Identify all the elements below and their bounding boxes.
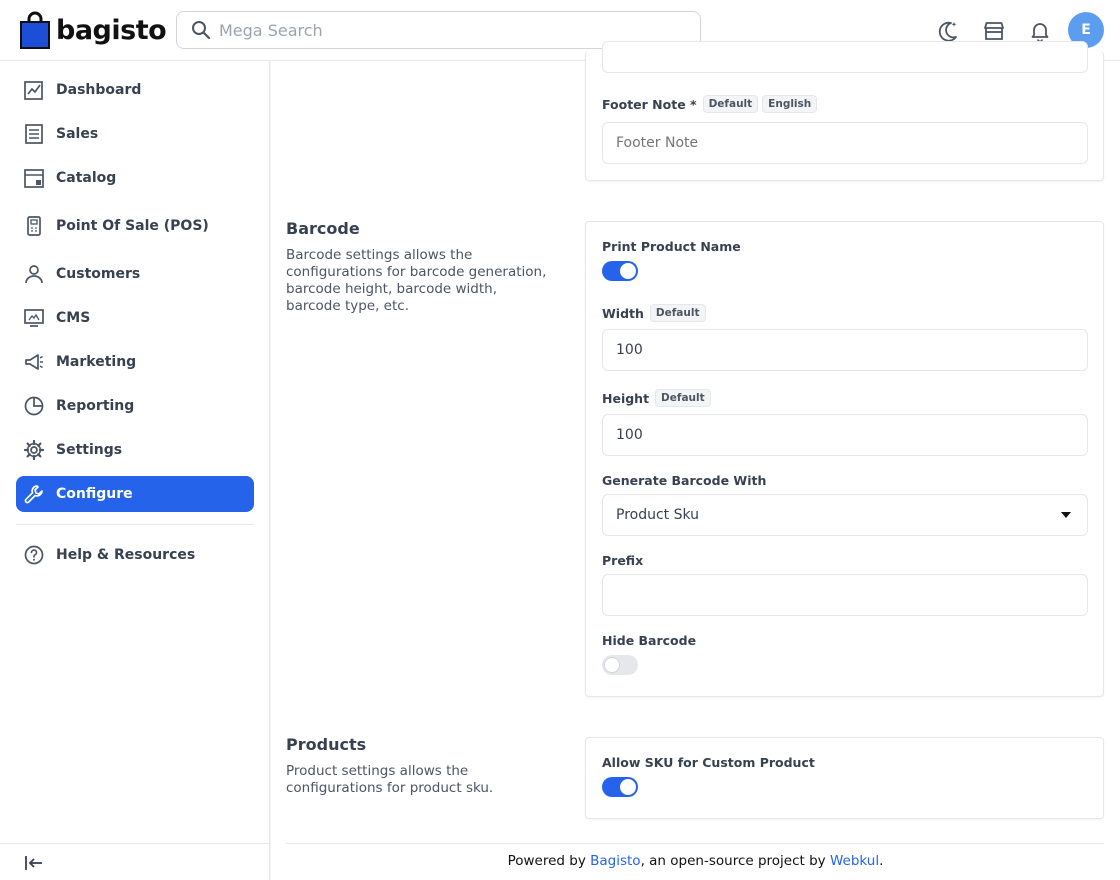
sidebar-item-reporting[interactable]: Reporting (16, 388, 254, 424)
sidebar-item-label: Point Of Sale (POS) (56, 218, 209, 234)
cms-monitor-icon (24, 309, 44, 327)
bagisto-link[interactable]: Bagisto (590, 853, 640, 869)
toggle-knob (604, 657, 620, 673)
notification-bell-icon[interactable] (1028, 19, 1052, 43)
logo-text: bagisto (56, 14, 167, 46)
barcode-settings-card: Print Product Name Width Default 100 Hei… (585, 221, 1104, 697)
height-input[interactable]: 100 (602, 414, 1088, 456)
sidebar-item-marketing[interactable]: Marketing (16, 344, 254, 380)
bagisto-logo[interactable]: bagisto (20, 11, 167, 49)
prefix-input[interactable] (602, 574, 1088, 616)
sidebar-item-label: Reporting (56, 398, 135, 414)
toggle-knob (620, 779, 636, 795)
toggle-knob (620, 263, 636, 279)
width-input[interactable]: 100 (602, 329, 1088, 371)
sidebar-collapse-bar (0, 843, 269, 880)
footer-note-input[interactable] (602, 122, 1088, 164)
sidebar-item-customers[interactable]: Customers (16, 256, 254, 292)
storefront-icon[interactable] (982, 19, 1006, 43)
allow-sku-custom-product-label: Allow SKU for Custom Product (602, 755, 815, 770)
mega-search-input[interactable] (219, 20, 679, 40)
sidebar-item-pos[interactable]: Point Of Sale (POS) (16, 208, 254, 244)
width-label-text: Width (602, 305, 644, 321)
width-label: Width Default (602, 304, 706, 322)
webkul-link[interactable]: Webkul (830, 853, 879, 869)
sidebar-item-label: Catalog (56, 170, 117, 186)
dashboard-chart-icon (24, 81, 43, 100)
hide-barcode-label: Hide Barcode (602, 633, 697, 648)
default-badge: Default (649, 304, 706, 322)
default-badge: Default (702, 95, 759, 113)
invoice-settings-card: Footer Note * Default English (585, 41, 1104, 181)
sales-receipt-icon (25, 124, 43, 144)
footer-prefix: Powered by (507, 853, 591, 869)
default-badge: Default (655, 389, 711, 407)
chevron-down-icon (1061, 512, 1071, 518)
sidebar-item-settings[interactable]: Settings (16, 432, 254, 468)
footer-note-label: Footer Note * Default English (602, 95, 818, 113)
sidebar-item-label: Settings (56, 442, 123, 458)
products-settings-card: Allow SKU for Custom Product (585, 737, 1104, 819)
reporting-pie-icon (24, 396, 44, 416)
generate-barcode-with-select[interactable]: Product Sku (602, 494, 1088, 536)
sidebar-item-sales[interactable]: Sales (16, 116, 254, 152)
prefix-label: Prefix (602, 553, 644, 568)
marketing-megaphone-icon (25, 354, 43, 370)
locale-badge: English (762, 95, 818, 113)
sidebar-item-label: Marketing (56, 354, 137, 370)
shopping-bag-logo-icon (20, 11, 50, 49)
hide-barcode-toggle[interactable] (602, 655, 638, 675)
sidebar-item-label: Customers (56, 266, 141, 282)
sidebar-divider (16, 524, 254, 525)
settings-gear-icon (23, 439, 45, 461)
print-product-name-toggle[interactable] (602, 261, 638, 281)
previous-textarea[interactable] (602, 41, 1088, 73)
dark-mode-moon-icon[interactable] (936, 19, 960, 43)
footer-note-label-text: Footer Note * (602, 96, 697, 112)
sidebar-item-label: Sales (56, 126, 99, 142)
allow-sku-custom-product-toggle[interactable] (602, 777, 638, 797)
select-value: Product Sku (616, 507, 700, 523)
footer-suffix: . (879, 853, 884, 869)
footer-middle: , an open-source project by (640, 853, 830, 869)
sidebar-nav: Dashboard Sales Catalog Point Of Sale (P… (0, 61, 270, 880)
products-section-title: Products (286, 735, 367, 754)
height-label-text: Height (602, 390, 650, 406)
collapse-sidebar-icon[interactable] (23, 852, 45, 874)
sidebar-item-label: CMS (56, 310, 91, 326)
sidebar-item-dashboard[interactable]: Dashboard (16, 72, 254, 108)
configure-wrench-icon (24, 485, 43, 504)
catalog-icon (24, 169, 44, 188)
sidebar-item-catalog[interactable]: Catalog (16, 160, 254, 196)
generate-barcode-with-label: Generate Barcode With (602, 473, 767, 488)
products-section-description: Product settings allows the configuratio… (286, 763, 494, 796)
height-label: Height Default (602, 389, 711, 407)
sidebar-item-label: Dashboard (56, 82, 142, 98)
help-question-icon (24, 545, 44, 565)
sidebar-item-label: Configure (56, 486, 133, 502)
main-content: Footer Note * Default English Barcode Ba… (271, 41, 1120, 880)
barcode-section-title: Barcode (286, 219, 360, 238)
sidebar-item-configure[interactable]: Configure (16, 476, 254, 512)
sidebar-item-cms[interactable]: CMS (16, 300, 254, 336)
print-product-name-label: Print Product Name (602, 239, 741, 254)
customer-person-icon (25, 265, 43, 284)
barcode-section-description: Barcode settings allows the configuratio… (286, 247, 547, 314)
search-icon (192, 21, 211, 40)
page-footer: Powered by Bagisto, an open-source proje… (271, 853, 1120, 869)
sidebar-item-label: Help & Resources (56, 547, 196, 563)
sidebar-item-help[interactable]: Help & Resources (16, 537, 254, 573)
pos-terminal-icon (27, 216, 41, 236)
footer-divider (286, 843, 1104, 844)
